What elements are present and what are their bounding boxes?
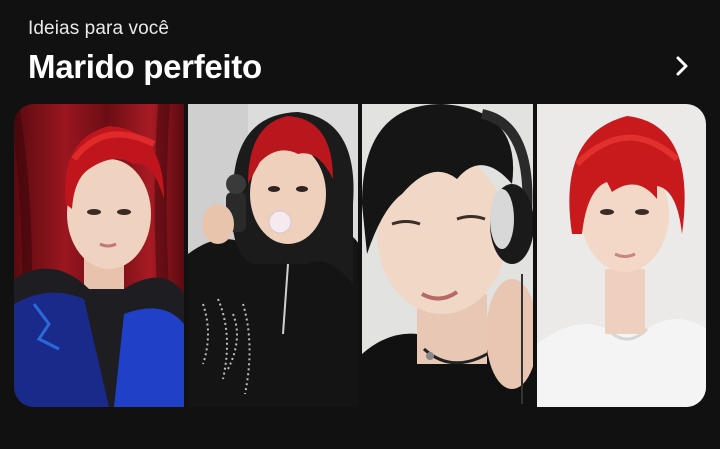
pin-strip <box>14 104 706 407</box>
see-more-button[interactable] <box>666 50 698 82</box>
pin-image-2[interactable] <box>187 104 358 407</box>
section-subtitle: Ideias para você <box>28 18 170 39</box>
chevron-right-icon <box>676 56 688 76</box>
pin-image-4[interactable] <box>536 104 706 407</box>
ideas-module: Ideias para você Marido perfeito <box>0 0 720 449</box>
pin-image-3[interactable] <box>362 104 533 407</box>
pin-image-1[interactable] <box>14 104 184 407</box>
board-title[interactable]: Marido perfeito <box>28 48 262 86</box>
